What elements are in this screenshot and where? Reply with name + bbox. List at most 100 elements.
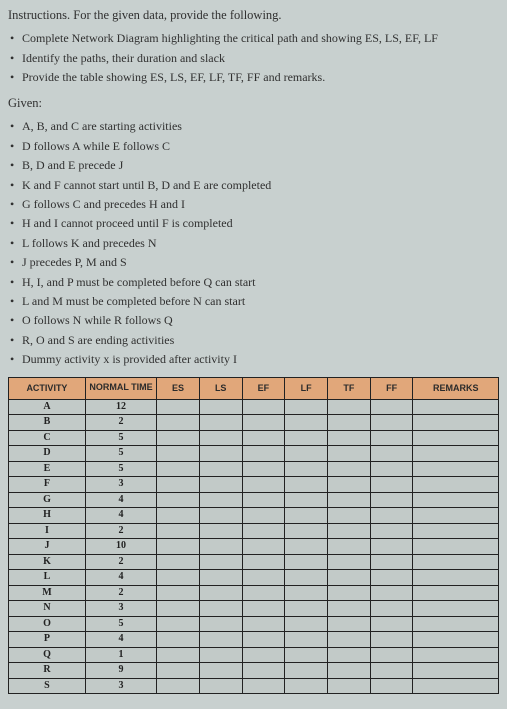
cell-empty	[328, 678, 371, 694]
cell-empty	[157, 415, 200, 431]
cell-empty	[413, 523, 499, 539]
cell-empty	[328, 554, 371, 570]
cell-empty	[370, 446, 413, 462]
cell-empty	[370, 477, 413, 493]
cell-activity: S	[9, 678, 86, 694]
cell-empty	[413, 554, 499, 570]
given-item: D follows A while E follows C	[8, 138, 499, 155]
table-row: H4	[9, 508, 499, 524]
cell-empty	[328, 477, 371, 493]
cell-empty	[328, 446, 371, 462]
cell-empty	[285, 430, 328, 446]
cell-empty	[242, 539, 285, 555]
cell-empty	[370, 415, 413, 431]
cell-empty	[285, 446, 328, 462]
cell-activity: Q	[9, 647, 86, 663]
cell-empty	[242, 632, 285, 648]
col-normal-time: NORMAL TIME	[85, 377, 156, 399]
cell-empty	[328, 508, 371, 524]
cell-activity: L	[9, 570, 86, 586]
cell-empty	[285, 663, 328, 679]
cell-empty	[242, 461, 285, 477]
cell-empty	[413, 585, 499, 601]
table-row: E5	[9, 461, 499, 477]
cell-empty	[199, 663, 242, 679]
cell-empty	[413, 647, 499, 663]
cell-empty	[413, 539, 499, 555]
cell-activity: K	[9, 554, 86, 570]
table-row: M2	[9, 585, 499, 601]
given-item: L follows K and precedes N	[8, 235, 499, 252]
requirement-item: Complete Network Diagram highlighting th…	[8, 30, 499, 47]
cell-activity: J	[9, 539, 86, 555]
table-row: S3	[9, 678, 499, 694]
cell-empty	[199, 601, 242, 617]
cell-empty	[157, 508, 200, 524]
cell-empty	[328, 523, 371, 539]
cell-empty	[370, 430, 413, 446]
cell-empty	[199, 616, 242, 632]
col-tf: TF	[328, 377, 371, 399]
col-ef: EF	[242, 377, 285, 399]
cell-empty	[242, 523, 285, 539]
table-row: F3	[9, 477, 499, 493]
cell-empty	[285, 539, 328, 555]
cell-empty	[242, 601, 285, 617]
table-row: N3	[9, 601, 499, 617]
table-row: L4	[9, 570, 499, 586]
cell-activity: G	[9, 492, 86, 508]
cell-normal-time: 3	[85, 678, 156, 694]
cell-empty	[199, 415, 242, 431]
cell-empty	[157, 678, 200, 694]
cell-normal-time: 2	[85, 415, 156, 431]
given-item: H and I cannot proceed until F is comple…	[8, 215, 499, 232]
cell-empty	[199, 399, 242, 415]
cell-empty	[413, 663, 499, 679]
cell-empty	[199, 554, 242, 570]
table-row: Q1	[9, 647, 499, 663]
cell-normal-time: 5	[85, 446, 156, 462]
cell-empty	[157, 632, 200, 648]
given-heading: Given:	[8, 94, 499, 112]
cell-normal-time: 2	[85, 585, 156, 601]
cell-empty	[199, 446, 242, 462]
cell-empty	[328, 430, 371, 446]
cell-empty	[370, 570, 413, 586]
cell-empty	[285, 554, 328, 570]
cell-activity: R	[9, 663, 86, 679]
cell-empty	[157, 430, 200, 446]
cell-empty	[242, 616, 285, 632]
cell-empty	[157, 477, 200, 493]
cell-empty	[157, 601, 200, 617]
cell-empty	[370, 508, 413, 524]
cell-empty	[370, 585, 413, 601]
cell-empty	[242, 508, 285, 524]
cell-empty	[157, 616, 200, 632]
given-item: A, B, and C are starting activities	[8, 118, 499, 135]
given-item: L and M must be completed before N can s…	[8, 293, 499, 310]
cell-empty	[242, 399, 285, 415]
cell-empty	[242, 430, 285, 446]
cell-activity: O	[9, 616, 86, 632]
requirement-item: Provide the table showing ES, LS, EF, LF…	[8, 69, 499, 86]
cell-activity: F	[9, 477, 86, 493]
given-item: G follows C and precedes H and I	[8, 196, 499, 213]
cell-activity: B	[9, 415, 86, 431]
cell-empty	[370, 647, 413, 663]
cell-empty	[370, 461, 413, 477]
cell-empty	[242, 678, 285, 694]
cell-empty	[328, 570, 371, 586]
cell-normal-time: 4	[85, 570, 156, 586]
cell-activity: E	[9, 461, 86, 477]
cell-empty	[285, 647, 328, 663]
cell-empty	[285, 415, 328, 431]
cell-activity: A	[9, 399, 86, 415]
cell-empty	[242, 554, 285, 570]
cell-empty	[242, 415, 285, 431]
cell-empty	[285, 508, 328, 524]
cell-empty	[285, 678, 328, 694]
cell-empty	[328, 632, 371, 648]
table-row: P4	[9, 632, 499, 648]
cell-empty	[413, 570, 499, 586]
cell-empty	[328, 399, 371, 415]
